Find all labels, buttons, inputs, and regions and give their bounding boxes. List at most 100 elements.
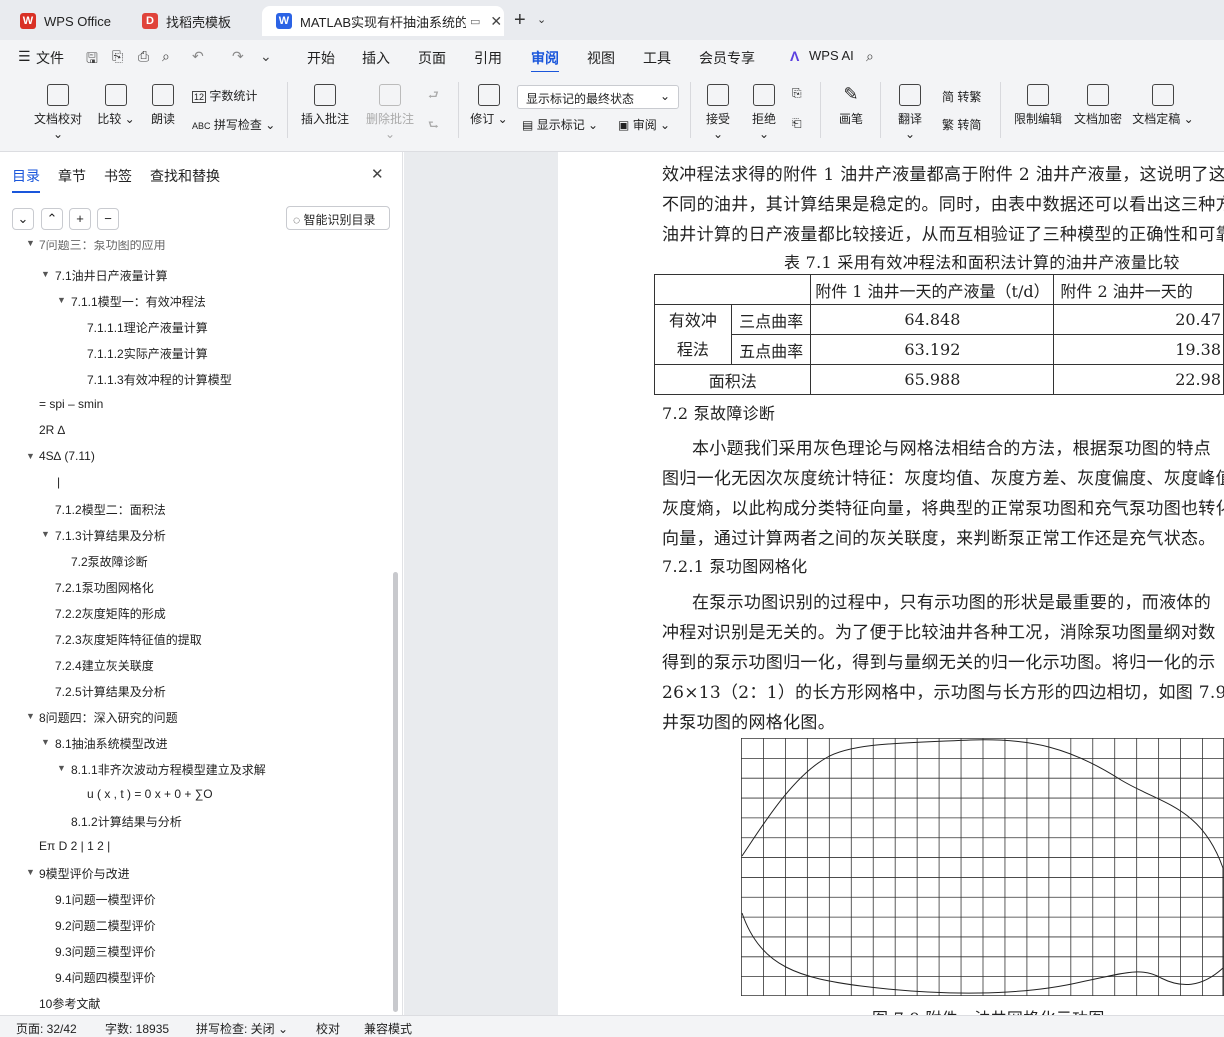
word-count[interactable]: 字数: 18935 [105,1020,169,1037]
tab-docer[interactable]: D 找稻壳模板 [128,6,258,36]
read-aloud-button[interactable]: 朗读 [148,84,178,127]
caret-down-icon[interactable]: ▼ [26,451,35,461]
toc-scrollbar[interactable] [393,572,398,1012]
next-comment-icon[interactable]: ⮑ [428,116,439,137]
toc-item[interactable]: 7.2.2灰度矩阵的形成 [55,605,166,622]
revise-button[interactable]: 修订 ⌄ [470,84,508,127]
to-traditional-button[interactable]: 简 转繁 [942,88,981,105]
toc-item[interactable]: 8.1.2计算结果与分析 [71,813,182,830]
menu-home[interactable]: 开始 [307,48,335,68]
translate-button[interactable]: 翻译 ⌄ [892,84,928,141]
hamburger-icon[interactable]: ☰ [18,48,31,65]
reject-button[interactable]: 拒绝 ⌄ [746,84,782,141]
more-icon[interactable]: ⌄ [260,48,272,65]
menu-file[interactable]: 文件 [36,48,64,68]
menu-tools[interactable]: 工具 [643,48,671,68]
monitor-icon[interactable]: ▭ [470,15,480,28]
caret-down-icon[interactable]: ▼ [26,240,35,248]
tab-chapters[interactable]: 章节 [58,166,86,186]
toc-item[interactable]: 7.2.5计算结果及分析 [55,683,166,700]
menu-insert[interactable]: 插入 [362,48,390,68]
review-pane-button[interactable]: ▣ 审阅 ⌄ [618,116,670,133]
search-icon[interactable]: ⌕ [866,48,874,65]
toc-item[interactable]: 7问题三：泵功图的应用 [39,240,166,253]
toc-item[interactable]: 8.1.1非齐次波动方程模型建立及求解 [71,761,266,778]
finalize-button[interactable]: 文档定稿 ⌄ [1132,84,1194,127]
menu-reference[interactable]: 引用 [474,48,502,68]
word-count-button[interactable]: 12 字数统计 [192,87,257,104]
tab-toc[interactable]: 目录 [12,166,40,193]
markup-state-select[interactable]: 显示标记的最终状态 ⌄ [517,85,679,109]
toc-item[interactable]: 7.2.1泵功图网格化 [55,579,154,596]
save-icon[interactable]: 🖫 [86,48,98,72]
print-preview-icon[interactable]: ⌕ [162,48,170,65]
show-marks-button[interactable]: ▤ 显示标记 ⌄ [522,116,598,133]
menu-view[interactable]: 视图 [587,48,615,68]
caret-down-icon[interactable]: ▼ [41,737,50,747]
share-icon[interactable]: ⎘ [112,48,123,65]
toc-item[interactable]: Eπ D 2 | 1 2 | [39,839,110,853]
expand-up-icon[interactable]: ⌃ [41,208,63,230]
toc-item[interactable]: 7.2泵故障诊断 [71,553,148,570]
toc-item[interactable]: u ( x , t ) = 0 x + 0 + ∑O [87,787,213,801]
spell-check-status[interactable]: 拼写检查: 关闭 ⌄ [196,1020,288,1037]
prev-change-icon[interactable]: ⎘ [792,86,802,101]
close-pane-icon[interactable]: ✕ [371,165,384,183]
chevron-down-icon[interactable]: ⌄ [537,13,546,26]
tab-bookmarks[interactable]: 书签 [104,166,132,186]
redo-icon[interactable]: ↷ [232,48,244,65]
toc-item[interactable]: 9模型评价与改进 [39,865,130,882]
toc-item[interactable]: 10参考文献 [39,995,100,1012]
toc-item[interactable]: 8.1抽油系统模型改进 [55,735,168,752]
add-heading-icon[interactable]: + [69,208,91,230]
document-page[interactable]: 效冲程法求得的附件 1 油井产液量都高于附件 2 油井产液量，这说明了这 不同的… [558,152,1224,1015]
caret-down-icon[interactable]: ▼ [57,295,66,305]
compare-button[interactable]: 比较 ⌄ [96,84,136,127]
next-change-icon[interactable]: ⎗ [792,116,802,131]
toc-item[interactable]: 7.1.1模型一：有效冲程法 [71,293,206,310]
compat-mode[interactable]: 兼容模式 [364,1020,412,1037]
encrypt-button[interactable]: 文档加密 [1072,84,1124,127]
toc-item[interactable]: 7.2.3灰度矩阵特征值的提取 [55,631,202,648]
toc-item[interactable]: = spi – smin [39,397,103,411]
toc-item[interactable]: 9.2问题二模型评价 [55,917,156,934]
accept-button[interactable]: 接受 ⌄ [700,84,736,141]
toc-item[interactable]: 4S∆ (7.11) [39,449,95,463]
toc-item[interactable]: 7.1.1.3有效冲程的计算模型 [87,371,232,388]
restrict-edit-button[interactable]: 限制编辑 [1012,84,1064,127]
toc-item[interactable]: | [57,475,60,489]
undo-icon[interactable]: ↶ [192,48,204,65]
spell-check-button[interactable]: ABC 拼写检查 ⌄ [192,116,275,133]
caret-down-icon[interactable]: ▼ [26,711,35,721]
remove-heading-icon[interactable]: − [97,208,119,230]
pen-button[interactable]: ✎ 画笔 [836,84,866,127]
smart-toc-button[interactable]: ◌ 智能识别目录 [286,206,390,230]
to-simplified-button[interactable]: 繁 转简 [942,116,981,133]
tab-document[interactable]: W MATLAB实现有杆抽油系统的 ▭ ✕ [262,6,504,36]
delete-comment-button[interactable]: 删除批注 ⌄ [360,84,420,141]
toc-item[interactable]: 8问题四：深入研究的问题 [39,709,178,726]
toc-item[interactable]: 7.1.1.1理论产液量计算 [87,319,208,336]
menu-page[interactable]: 页面 [418,48,446,68]
toc-item[interactable]: 9.3问题三模型评价 [55,943,156,960]
toc-item[interactable]: 7.1.1.2实际产液量计算 [87,345,208,362]
toc-item[interactable]: 7.2.4建立灰关联度 [55,657,154,674]
toc-item[interactable]: 7.1.2模型二：面积法 [55,501,166,518]
menu-member[interactable]: 会员专享 [699,48,755,68]
toc-item[interactable]: 2R ∆ [39,423,65,437]
prev-comment-icon[interactable]: ⮐ [428,86,439,107]
toc-item[interactable]: 9.4问题四模型评价 [55,969,156,986]
toc-item[interactable]: 7.1油井日产液量计算 [55,267,168,284]
page-indicator[interactable]: 页面: 32/42 [16,1020,77,1037]
proofread-status[interactable]: 校对 [316,1020,340,1037]
menu-wps-ai[interactable]: WPS AI [809,48,854,63]
toc-item[interactable]: 9.1问题一模型评价 [55,891,156,908]
new-tab-icon[interactable]: + [514,9,526,32]
toc-item[interactable]: 7.1.3计算结果及分析 [55,527,166,544]
doc-check-button[interactable]: 文档校对 ⌄ [28,84,88,141]
collapse-icon[interactable]: ⌄ [12,208,34,230]
insert-comment-button[interactable]: 插入批注 [298,84,352,127]
caret-down-icon[interactable]: ▼ [41,269,50,279]
caret-down-icon[interactable]: ▼ [41,529,50,539]
close-tab-icon[interactable]: ✕ [490,13,502,30]
